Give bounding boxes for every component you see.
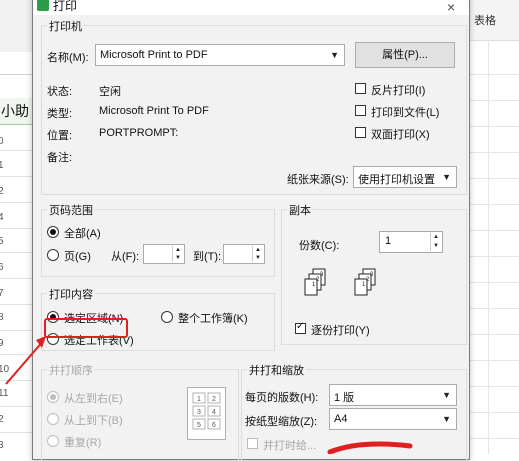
row-number: 9 [0,338,4,349]
workbook-radio[interactable] [161,311,173,323]
app-icon [37,0,49,11]
scale-to-paper-value: A4 [334,413,348,425]
workbook-label[interactable]: 整个工作簿(K) [178,310,248,326]
top-to-bottom-radio[interactable] [47,413,59,425]
spreadsheet-right-edge: 表格 [468,0,519,454]
printer-name-select[interactable]: Microsoft Print to PDF ▼ [95,44,345,66]
page-order-preview-icon: 1 2 3 4 5 6 [187,387,226,440]
repeat-radio[interactable] [47,435,59,447]
print-dialog: 打印 × 打印机 名称(M): Microsoft Print to PDF ▼… [32,0,470,461]
all-pages-radio[interactable] [47,226,59,238]
print-to-file-label[interactable]: 打印到文件(L) [371,104,439,120]
printer-name-label: 名称(M): [47,52,89,64]
row-number: 1 [0,160,4,171]
page-range-group [41,209,275,277]
row-number: 3 [0,440,4,451]
top-to-bottom-label[interactable]: 从上到下(B) [64,412,123,428]
duplex-label[interactable]: 双面打印(X) [371,126,430,142]
row-number: 10 [0,364,10,375]
copies-legend: 副本 [287,202,313,218]
svg-text:5: 5 [197,422,201,429]
repeat-label[interactable]: 重复(R) [64,434,101,450]
status-value: 空闲 [99,86,121,98]
partial-option-label[interactable]: 并打时给... [263,437,316,453]
type-value: Microsoft Print To PDF [99,105,209,117]
dialog-title: 打印 [53,0,78,13]
svg-text:4: 4 [212,409,216,416]
partial-option-checkbox[interactable] [247,438,258,449]
chevron-down-icon: ▼ [330,50,339,60]
left-to-right-radio[interactable] [47,391,59,403]
row-number: 0 [0,136,4,147]
print-order-legend: 并打顺序 [47,362,95,378]
row-number: 7 [0,288,4,299]
row-number: 11 [0,388,9,399]
svg-text:2: 2 [212,396,216,403]
to-page-spinner[interactable]: ▲ ▼ [223,244,265,264]
reverse-print-checkbox[interactable] [355,83,366,94]
row-number: 5 [0,236,4,247]
ribbon-fragment: 表格 [468,0,519,41]
all-pages-label[interactable]: 全部(A) [64,225,101,241]
chevron-down-icon: ▼ [442,172,451,182]
print-content-legend: 打印内容 [47,286,95,302]
type-label: 类型: [47,108,73,120]
collate-pages-icon: 321 321 [304,268,376,296]
row-number: 2 [0,186,4,197]
dialog-body: 打印机 名称(M): Microsoft Print to PDF ▼ 属性(P… [33,15,469,461]
chevron-down-icon: ▼ [442,390,451,400]
pages-per-sheet-select[interactable]: 1 版 ▼ [329,384,457,406]
paper-source-select[interactable]: 使用打印机设置 ▼ [353,166,457,188]
formula-bar-fragment [0,52,36,75]
copies-spinner[interactable]: 1 ▲ ▼ [379,231,443,253]
copies-label: 份数(C): [299,240,340,252]
pages-per-sheet-label: 每页的版数(H): [245,392,319,404]
comment-label: 备注: [47,152,73,164]
copies-value: 1 [385,235,392,247]
ribbon-label: 表格 [474,15,496,27]
left-to-right-label[interactable]: 从左到右(E) [64,390,123,406]
scale-to-paper-label: 按纸型缩放(Z): [245,416,318,428]
chevron-down-icon: ▼ [442,414,451,424]
scaling-legend: 并打和缩放 [247,362,306,378]
location-label: 位置: [47,130,73,142]
printer-name-value: Microsoft Print to PDF [100,49,208,61]
close-icon[interactable]: × [447,0,455,15]
location-value: PORTPROMPT: [99,127,179,139]
svg-text:1: 1 [197,396,201,403]
row-number: 4 [0,212,4,223]
row-number: 6 [0,262,4,273]
svg-text:6: 6 [212,422,216,429]
reverse-print-label[interactable]: 反片打印(I) [371,82,425,98]
collate-label[interactable]: 逐份打印(Y) [311,322,370,338]
printer-legend: 打印机 [47,18,84,34]
paper-source-value: 使用打印机设置 [358,174,435,186]
status-label: 状态: [47,86,73,98]
from-label: 从(F): [111,251,140,263]
duplex-checkbox[interactable] [355,127,366,138]
svg-text:3: 3 [197,409,201,416]
highlight-box [44,318,128,338]
properties-button[interactable]: 属性(P)... [355,42,455,68]
page-range-legend: 页码范围 [47,202,95,218]
scale-to-paper-select[interactable]: A4 ▼ [329,408,457,430]
collate-checkbox[interactable] [295,321,306,334]
spinner-arrows-icon[interactable]: ▲ ▼ [252,246,263,262]
dialog-titlebar[interactable]: 打印 × [33,0,469,15]
spinner-arrows-icon[interactable]: ▲ ▼ [430,233,441,251]
paper-source-label: 纸张来源(S): [287,174,349,186]
pages-label[interactable]: 页(G) [64,248,91,264]
ribbon-fragment [0,0,36,53]
pages-radio[interactable] [47,249,59,261]
print-to-file-checkbox[interactable] [355,105,366,116]
row-number: 2 [0,414,4,425]
pages-per-sheet-value: 1 版 [334,392,355,404]
row-number: 8 [0,312,4,323]
spinner-arrows-icon[interactable]: ▲ ▼ [172,246,183,262]
to-label: 到(T): [193,251,222,263]
from-page-spinner[interactable]: ▲ ▼ [143,244,185,264]
